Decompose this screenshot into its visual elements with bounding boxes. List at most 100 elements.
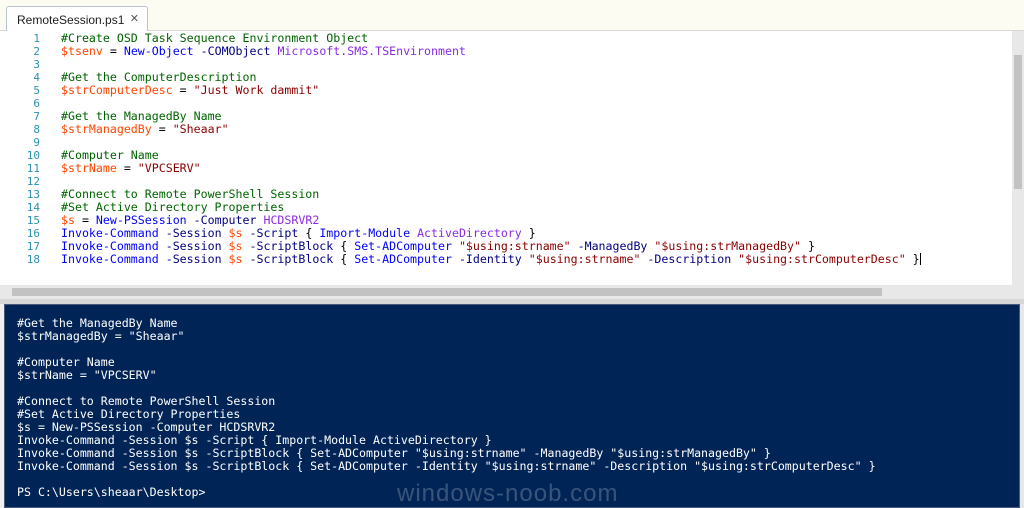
code-token: -Description <box>647 252 732 266</box>
console-pane[interactable]: #Get the ManagedBy Name $strManagedBy = "… <box>4 304 1020 508</box>
code-area[interactable]: #Create OSD Task Sequence Environment Ob… <box>61 31 1011 285</box>
code-token: "$using:strComputerDesc" <box>738 252 906 266</box>
scrollbar-corner <box>1012 285 1024 299</box>
code-token: -Session <box>165 239 222 253</box>
code-line[interactable]: $strComputerDesc = "Just Work dammit" <box>61 84 319 97</box>
code-line[interactable]: $strManagedBy = "Sheaar" <box>61 123 229 136</box>
line-number: 13 <box>26 188 40 201</box>
code-token: $strComputerDesc <box>61 83 173 97</box>
editor-horizontal-scroll-thumb[interactable] <box>12 288 882 296</box>
code-token: { <box>333 239 355 253</box>
code-token: #Connect to Remote PowerShell Session <box>61 187 320 201</box>
tab-remotesession[interactable]: RemoteSession.ps1 ✕ <box>6 6 148 32</box>
code-token: "$using:strname" <box>458 239 571 253</box>
code-token: $strName <box>61 161 117 175</box>
editor-vertical-scroll-thumb[interactable] <box>1014 55 1022 189</box>
code-token: #Computer Name <box>61 148 159 162</box>
tab-label: RemoteSession.ps1 <box>17 12 125 27</box>
console-vertical-scrollbar[interactable] <box>1020 304 1024 508</box>
line-number: 18 <box>26 253 40 266</box>
code-token: Import-Module <box>319 226 411 240</box>
code-token: = <box>172 83 194 97</box>
code-token: $strManagedBy <box>61 122 152 136</box>
code-token: Set-ADComputer <box>354 252 452 266</box>
line-number: 14 <box>26 201 40 214</box>
text-caret <box>919 253 921 265</box>
code-token: "Just Work dammit" <box>193 83 320 97</box>
script-editor[interactable]: 1 2 3 4 5 6 7 8 9 10 11 12 13 14 15 16 17 18 #Create OSD … <box>0 31 1024 285</box>
line-number: 8 <box>33 123 40 136</box>
line-number: 9 <box>33 136 40 149</box>
code-token: -Identity <box>458 252 522 266</box>
code-token: "$using:strname" <box>528 252 641 266</box>
line-number: 1 <box>33 32 40 45</box>
line-number: 5 <box>33 84 40 97</box>
code-token: $s <box>61 213 75 227</box>
code-token: = <box>74 213 96 227</box>
line-number: 15 <box>26 214 40 227</box>
console-prompt: PS C:\Users\sheaar\Desktop> <box>17 485 206 499</box>
code-token: } <box>521 226 536 240</box>
line-number: 11 <box>26 162 40 175</box>
code-token: Set-ADComputer <box>354 239 452 253</box>
code-token: New-PSSession <box>95 213 187 227</box>
code-token: -Session <box>165 252 222 266</box>
code-token: -Computer <box>193 213 257 227</box>
code-token: $s <box>228 239 243 253</box>
line-number: 6 <box>33 97 40 110</box>
code-token: -COMObject <box>200 44 271 58</box>
line-number: 4 <box>33 71 40 84</box>
code-token: -ScriptBlock <box>249 252 334 266</box>
code-token: $tsenv <box>61 44 103 58</box>
code-token: "Sheaar" <box>172 122 229 136</box>
code-token: #Set Active Directory Properties <box>61 200 285 214</box>
code-token: -ScriptBlock <box>249 239 334 253</box>
code-token: Invoke-Command <box>61 239 159 253</box>
code-token: { <box>333 252 355 266</box>
line-number-gutter: 1 2 3 4 5 6 7 8 9 10 11 12 13 14 15 16 17 18 <box>0 31 48 285</box>
line-number: 16 <box>26 227 40 240</box>
console-line: $strName = "VPCSERV" <box>17 368 157 382</box>
line-number: 2 <box>33 45 40 58</box>
code-line[interactable]: $strName = "VPCSERV" <box>61 162 201 175</box>
code-token: "$using:strManagedBy" <box>654 239 801 253</box>
code-line[interactable]: $tsenv = New-Object -COMObject Microsoft… <box>61 45 466 58</box>
code-token: } <box>905 252 920 266</box>
editor-horizontal-scrollbar[interactable] <box>0 285 1012 299</box>
line-number: 10 <box>26 149 40 162</box>
code-token: = <box>102 44 124 58</box>
code-token: New-Object <box>123 44 194 58</box>
code-token: { <box>298 226 320 240</box>
code-token: #Get the ManagedBy Name <box>61 109 222 123</box>
close-icon[interactable]: ✕ <box>130 12 139 25</box>
code-token: -Session <box>165 226 222 240</box>
console-line: Invoke-Command -Session $s -ScriptBlock … <box>17 459 876 473</box>
code-token: } <box>801 239 815 253</box>
console-line: $strManagedBy = "Sheaar" <box>17 329 185 343</box>
code-token: $s <box>228 252 243 266</box>
code-line[interactable]: Invoke-Command -Session $s -ScriptBlock … <box>61 253 921 266</box>
code-token: Invoke-Command <box>61 226 159 240</box>
code-token: #Create OSD Task Sequence Environment Ob… <box>61 31 369 45</box>
code-token: HCDSRVR2 <box>263 213 320 227</box>
tab-strip: RemoteSession.ps1 ✕ <box>0 0 1024 32</box>
line-number: 12 <box>26 175 40 188</box>
code-token: ActiveDirectory <box>417 226 522 240</box>
code-token: $s <box>228 226 243 240</box>
editor-vertical-scrollbar[interactable] <box>1012 31 1024 285</box>
line-number: 17 <box>26 240 40 253</box>
